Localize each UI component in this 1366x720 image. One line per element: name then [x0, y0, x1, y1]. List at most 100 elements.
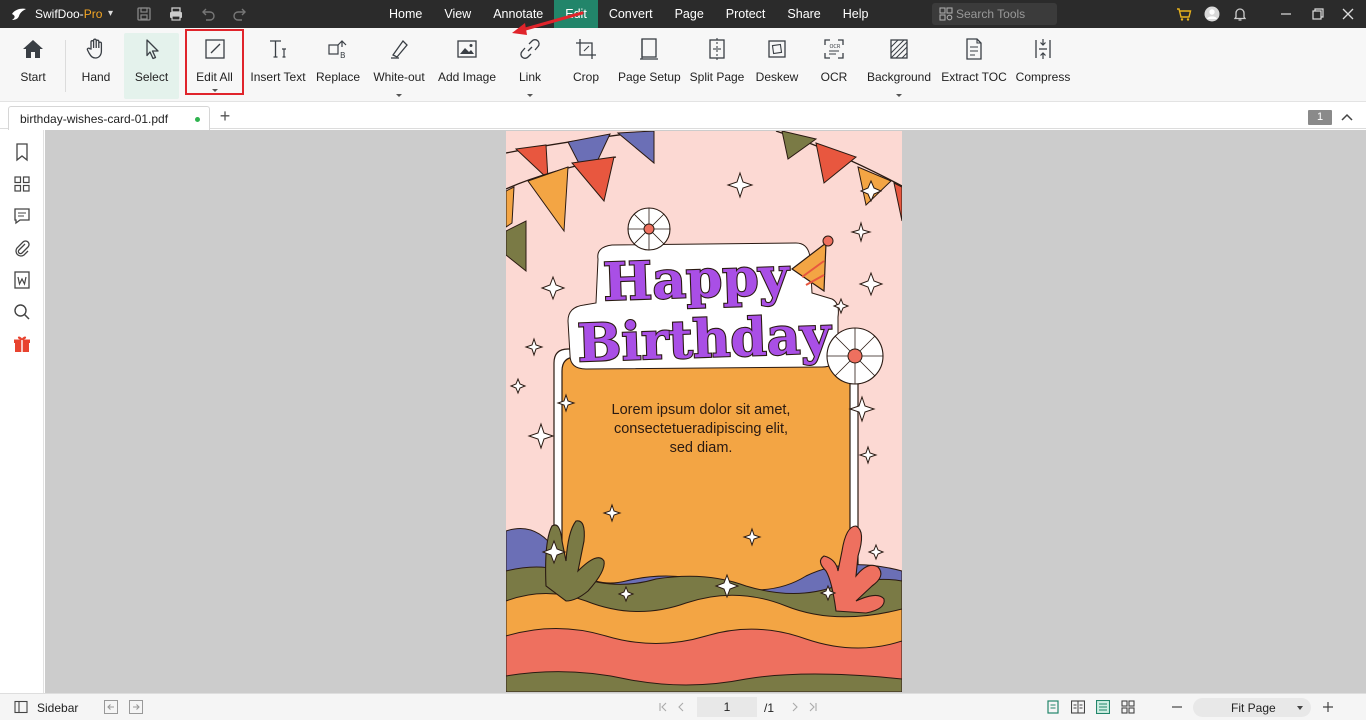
document-tab-bar: birthday-wishes-card-01.pdf + 1 [0, 103, 1366, 130]
first-page-icon[interactable] [656, 700, 670, 714]
bell-icon[interactable] [1232, 6, 1248, 22]
zoom-value: Fit Page [1231, 701, 1276, 715]
link-chain-icon [520, 39, 540, 59]
edit-all-dropdown-caret[interactable] [211, 89, 218, 92]
background-dropdown-caret[interactable] [896, 94, 902, 97]
split-page-label: Split Page [689, 70, 745, 84]
search-tools-input[interactable] [956, 5, 1052, 23]
menu-edit[interactable]: Edit [554, 0, 598, 28]
split-page-icon [709, 38, 725, 60]
insert-text-label: Insert Text [250, 70, 306, 84]
attachment-paperclip-icon[interactable] [12, 238, 32, 258]
daisy-flower-icon [627, 207, 671, 251]
edit-all-button[interactable]: Edit All [185, 29, 244, 95]
zoom-dropdown-caret [1297, 706, 1303, 710]
restore-icon[interactable] [1310, 6, 1326, 22]
gift-icon[interactable] [12, 334, 32, 354]
menu-help[interactable]: Help [832, 0, 880, 28]
white-out-dropdown-caret[interactable] [396, 94, 402, 97]
insert-text-button[interactable]: Insert Text [250, 33, 306, 99]
menu-view[interactable]: View [433, 0, 482, 28]
hand-icon [86, 38, 103, 59]
replace-button[interactable]: B Replace [315, 33, 361, 99]
replace-label: Replace [315, 70, 361, 84]
document-tab[interactable]: birthday-wishes-card-01.pdf [8, 106, 210, 130]
add-image-label: Add Image [437, 70, 497, 84]
minimize-icon[interactable] [1278, 6, 1294, 22]
redo-icon[interactable] [232, 6, 248, 22]
pdf-page[interactable]: Happy Birthday Lorem ipsum dolor sit ame… [506, 131, 902, 692]
start-label: Start [20, 70, 46, 84]
document-canvas[interactable]: Happy Birthday Lorem ipsum dolor sit ame… [45, 130, 1366, 693]
deskew-icon [768, 40, 786, 58]
unsaved-indicator-dot [195, 117, 200, 122]
deskew-button[interactable]: Deskew [754, 33, 800, 99]
daisy-flower-icon [826, 327, 884, 385]
sidebar-label[interactable]: Sidebar [37, 701, 78, 715]
single-page-view-icon[interactable] [1046, 700, 1060, 714]
page-number-input[interactable] [697, 697, 757, 717]
next-view-icon[interactable] [129, 700, 143, 714]
crop-button[interactable]: Crop [568, 33, 604, 99]
extract-toc-label: Extract TOC [941, 70, 1007, 84]
start-button[interactable]: Start [12, 33, 54, 99]
chevron-up-icon[interactable] [1340, 111, 1354, 123]
previous-view-icon[interactable] [104, 700, 118, 714]
add-image-button[interactable]: Add Image [436, 33, 498, 99]
hand-tool-button[interactable]: Hand [74, 33, 118, 99]
menu-home[interactable]: Home [378, 0, 433, 28]
menu-annotate[interactable]: Annotate [482, 0, 554, 28]
menu-share[interactable]: Share [776, 0, 831, 28]
undo-icon[interactable] [200, 6, 216, 22]
menu-convert[interactable]: Convert [598, 0, 664, 28]
white-out-pen-icon [391, 39, 408, 59]
ocr-button[interactable]: OCR OCR [816, 33, 852, 99]
split-page-button[interactable]: Split Page [689, 33, 745, 99]
select-tool-button[interactable]: Select [124, 33, 179, 99]
comment-icon[interactable] [12, 206, 32, 226]
word-document-icon[interactable] [12, 270, 32, 290]
two-page-view-icon[interactable] [1071, 700, 1085, 714]
card-body-text[interactable]: Lorem ipsum dolor sit amet, consectetuer… [576, 401, 826, 458]
thumbnails-grid-icon[interactable] [12, 174, 32, 194]
card-title-happy: Happy [602, 246, 792, 314]
save-icon[interactable] [136, 6, 152, 22]
bookmark-icon[interactable] [12, 142, 32, 162]
search-icon[interactable] [12, 302, 32, 322]
new-tab-button[interactable]: + [216, 106, 234, 126]
last-page-icon[interactable] [806, 700, 820, 714]
swifdoo-logo-icon [12, 8, 26, 20]
print-icon[interactable] [168, 6, 184, 22]
white-out-button[interactable]: White-out [370, 33, 428, 99]
link-label: Link [518, 70, 541, 84]
menu-protect[interactable]: Protect [715, 0, 777, 28]
compress-icon [1035, 39, 1051, 59]
page-number-badge: 1 [1308, 110, 1332, 125]
sidebar-toggle-icon[interactable] [14, 700, 28, 714]
page-setup-button[interactable]: Page Setup [618, 33, 681, 99]
link-dropdown-caret[interactable] [527, 94, 533, 97]
svg-text:B: B [340, 51, 346, 60]
extract-toc-button[interactable]: Extract TOC [941, 33, 1007, 99]
close-icon[interactable] [1340, 6, 1356, 22]
search-tools-box[interactable] [932, 3, 1057, 25]
zoom-out-icon[interactable] [1170, 700, 1184, 714]
app-menu-dropdown[interactable]: ▾ [108, 8, 113, 19]
page-setup-label: Page Setup [618, 70, 681, 84]
continuous-view-icon[interactable] [1096, 700, 1110, 714]
card-title-birthday: Birthday [576, 305, 833, 375]
background-label: Background [866, 70, 932, 84]
user-avatar-icon[interactable] [1204, 6, 1220, 22]
menu-page[interactable]: Page [664, 0, 715, 28]
thumbnail-view-icon[interactable] [1121, 700, 1135, 714]
next-page-icon[interactable] [788, 700, 802, 714]
background-button[interactable]: Background [865, 33, 933, 99]
previous-page-icon[interactable] [674, 700, 688, 714]
svg-text:OCR: OCR [830, 44, 841, 50]
compress-button[interactable]: Compress [1014, 33, 1072, 99]
link-button[interactable]: Link [512, 33, 548, 99]
zoom-in-icon[interactable] [1321, 700, 1335, 714]
cart-icon[interactable] [1176, 6, 1192, 22]
cursor-arrow-icon [145, 39, 159, 60]
zoom-select[interactable]: Fit Page [1193, 698, 1311, 717]
